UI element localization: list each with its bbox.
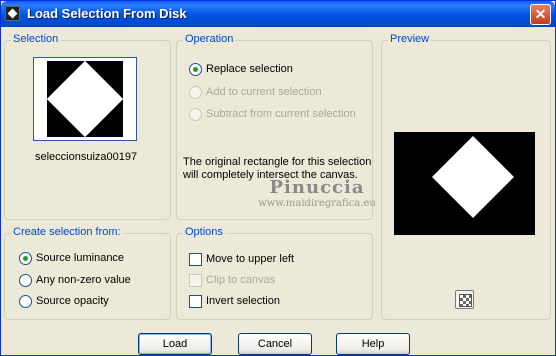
preview-canvas	[394, 132, 535, 235]
radio-button[interactable]	[19, 274, 32, 287]
checkerboard-zoom-icon[interactable]	[455, 290, 474, 309]
radio-button[interactable]	[189, 63, 202, 76]
radio-label: Replace selection	[206, 63, 293, 75]
checkbox-label: Invert selection	[206, 295, 280, 307]
watermark-site: www.maidiregrafica.eu	[258, 198, 376, 209]
selection-group-label: Selection	[11, 33, 61, 45]
window-title: Load Selection From Disk	[27, 6, 187, 21]
thumbnail-diamond	[46, 61, 124, 137]
preview-group-label: Preview	[388, 33, 432, 45]
app-icon	[5, 6, 20, 21]
checkbox	[189, 274, 202, 287]
cancel-button[interactable]: Cancel	[238, 333, 312, 355]
radio-button[interactable]	[19, 252, 32, 265]
checkbox[interactable]	[189, 295, 202, 308]
checkbox-label: Clip to canvas	[206, 274, 276, 286]
radio-label: Any non-zero value	[36, 274, 131, 286]
create-selection-group-label: Create selection from:	[11, 226, 123, 238]
preview-diamond	[431, 135, 515, 219]
radio-button[interactable]	[19, 295, 32, 308]
radio-button	[189, 108, 202, 121]
thumbnail-right-border	[123, 61, 133, 137]
close-button[interactable]: ✕	[530, 4, 551, 25]
selection-thumbnail[interactable]	[33, 57, 137, 141]
checkbox-label: Move to upper left	[206, 253, 295, 265]
dialog-window: Load Selection From Disk ✕ Selection sel…	[0, 0, 556, 356]
selection-thumbnail-image	[37, 61, 133, 137]
radio-label: Source luminance	[36, 252, 125, 264]
watermark-name: Pinuccia	[269, 177, 365, 198]
watermark: Pinuccia www.maidiregrafica.eu	[247, 177, 387, 209]
radio-label: Subtract from current selection	[206, 108, 356, 120]
selection-filename: seleccionsuiza00197	[35, 151, 138, 163]
title-bar[interactable]: Load Selection From Disk ✕	[1, 1, 555, 27]
help-button[interactable]: Help	[336, 333, 410, 355]
options-group-label: Options	[183, 226, 225, 238]
radio-label: Add to current selection	[206, 86, 322, 98]
thumbnail-left-border	[37, 61, 47, 137]
load-button[interactable]: Load	[138, 333, 212, 355]
radio-button	[189, 86, 202, 99]
checkbox[interactable]	[189, 253, 202, 266]
radio-label: Source opacity	[36, 295, 109, 307]
operation-group-label: Operation	[183, 33, 236, 45]
